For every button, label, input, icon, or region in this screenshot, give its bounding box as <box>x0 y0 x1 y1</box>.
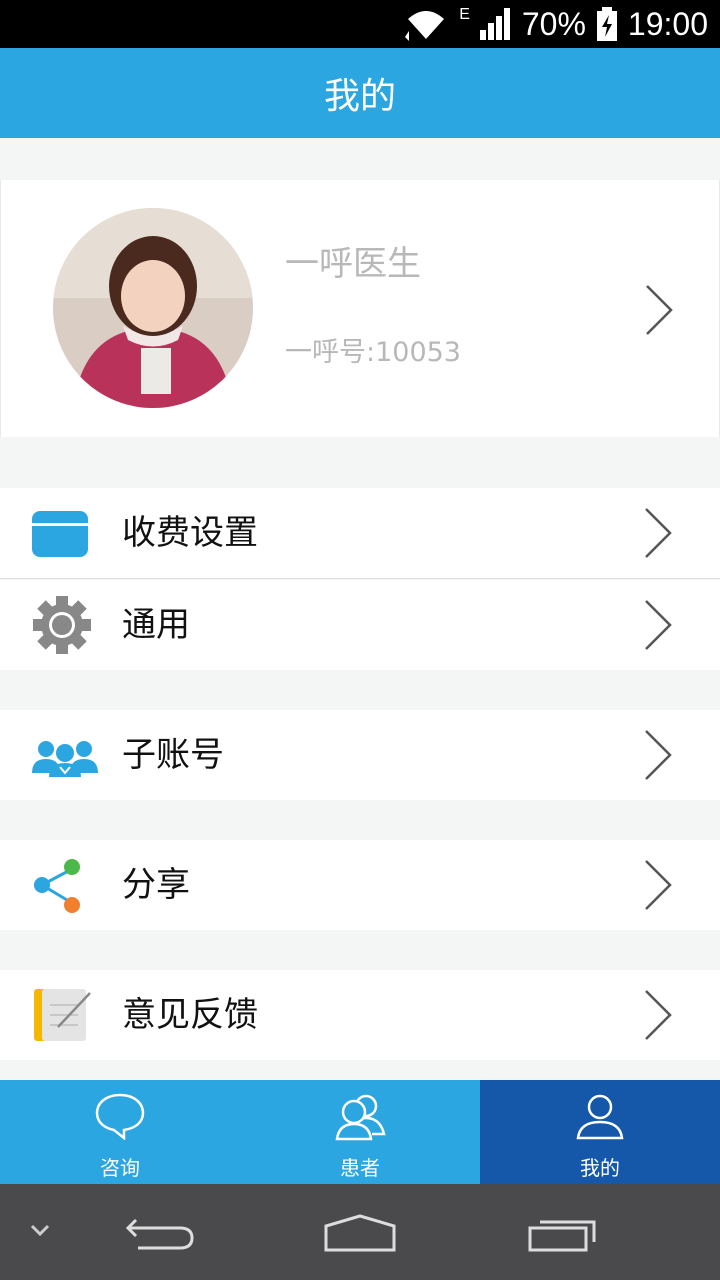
menu-item-general[interactable]: 通用 <box>0 580 720 670</box>
avatar[interactable] <box>53 208 253 408</box>
recent-apps-icon[interactable] <box>526 1214 598 1254</box>
signal-icon <box>479 8 510 40</box>
home-icon[interactable] <box>322 1212 398 1254</box>
divider <box>0 578 720 579</box>
chevron-right-icon <box>646 285 673 335</box>
chevron-right-icon <box>645 730 672 780</box>
bottom-tab-bar: 咨询 患者 我的 <box>0 1080 720 1184</box>
menu-item-fee-settings[interactable]: 收费设置 <box>0 488 720 578</box>
chevron-right-icon <box>645 860 672 910</box>
wallet-icon <box>32 511 88 557</box>
tab-me[interactable]: 我的 <box>480 1080 720 1184</box>
profile-card[interactable]: 一呼医生 一呼号:10053 <box>0 180 720 437</box>
clock: 19:00 <box>627 5 708 42</box>
notebook-pen-icon <box>34 989 91 1041</box>
person-icon <box>576 1094 624 1140</box>
wifi-icon <box>405 11 445 41</box>
system-nav-bar <box>0 1184 720 1280</box>
profile-name: 一呼医生 <box>285 244 421 284</box>
battery-percent: 70% <box>521 5 586 42</box>
menu-label-sub-accounts: 子账号 <box>122 735 224 775</box>
tab-consult[interactable]: 咨询 <box>0 1080 240 1184</box>
menu-label-share: 分享 <box>122 865 190 905</box>
tab-patients[interactable]: 患者 <box>240 1080 480 1184</box>
menu-label-feedback: 意见反馈 <box>122 995 258 1035</box>
back-icon[interactable] <box>124 1214 196 1254</box>
chat-bubble-icon <box>95 1093 145 1140</box>
menu-item-sub-accounts[interactable]: 子账号 <box>0 710 720 800</box>
network-type: E <box>459 6 470 23</box>
menu-label-general: 通用 <box>122 605 190 645</box>
chevron-right-icon <box>645 990 672 1040</box>
patients-icon <box>335 1094 386 1141</box>
page-title: 我的 <box>0 48 720 138</box>
chevron-down-icon[interactable] <box>28 1222 52 1240</box>
gear-icon <box>33 596 91 654</box>
tab-label: 咨询 <box>100 1156 140 1180</box>
chevron-right-icon <box>645 600 672 650</box>
menu-item-feedback[interactable]: 意见反馈 <box>0 970 720 1060</box>
chevron-right-icon <box>645 508 672 558</box>
status-bar: E 70% 19:00 <box>0 0 720 48</box>
battery-charging-icon <box>596 7 617 41</box>
tab-label: 我的 <box>580 1156 620 1180</box>
tab-label: 患者 <box>340 1156 380 1180</box>
menu-item-share[interactable]: 分享 <box>0 840 720 930</box>
menu-label-fee-settings: 收费设置 <box>122 513 258 553</box>
profile-id: 一呼号:10053 <box>285 337 461 368</box>
share-icon <box>34 859 80 913</box>
doctors-group-icon <box>32 741 98 777</box>
